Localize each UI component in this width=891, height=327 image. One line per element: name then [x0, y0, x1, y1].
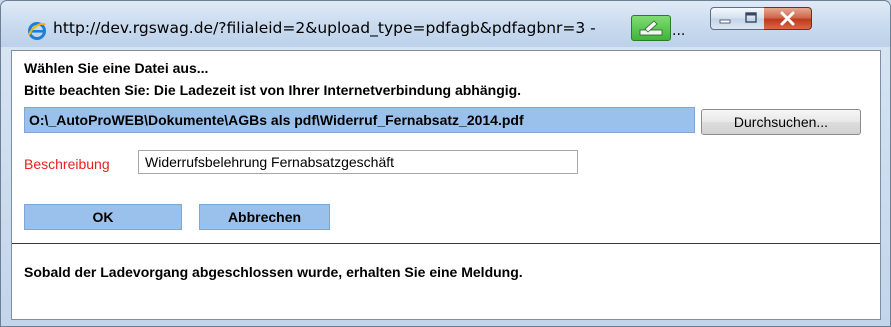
title-bar[interactable]: http://dev.rgswag.de/?filialeid=2&upload… [1, 1, 890, 47]
dialog-window: http://dev.rgswag.de/?filialeid=2&upload… [0, 0, 891, 327]
divider [12, 243, 880, 244]
minimize-button[interactable] [710, 7, 740, 30]
file-path-field[interactable]: O:\_AutoProWEB\Dokumente\AGBs als pdf\Wi… [24, 107, 695, 133]
dialog-content: Wählen Sie eine Datei aus... Bitte beach… [11, 50, 881, 320]
edit-tag-button[interactable] [631, 15, 671, 41]
minimize-icon [719, 19, 731, 24]
ie-icon [28, 22, 46, 40]
status-message: Sobald der Ladevorgang abgeschlossen wur… [24, 264, 523, 280]
load-time-notice: Bitte beachten Sie: Die Ladezeit ist von… [24, 82, 522, 98]
maximize-button[interactable] [738, 7, 765, 30]
close-icon [780, 11, 795, 26]
pencil-icon [639, 20, 663, 36]
cancel-button[interactable]: Abbrechen [199, 204, 330, 230]
description-label: Beschreibung [24, 156, 110, 172]
close-button[interactable] [764, 7, 812, 30]
dialog-heading: Wählen Sie eine Datei aus... [24, 60, 209, 76]
description-input[interactable]: Widerrufsbelehrung Fernabsatzgeschäft [138, 150, 578, 174]
maximize-icon [745, 12, 757, 23]
browse-button[interactable]: Durchsuchen... [701, 109, 861, 135]
ok-button[interactable]: OK [24, 204, 182, 230]
window-title: http://dev.rgswag.de/?filialeid=2&upload… [53, 19, 596, 37]
title-ellipsis: ... [672, 23, 686, 39]
